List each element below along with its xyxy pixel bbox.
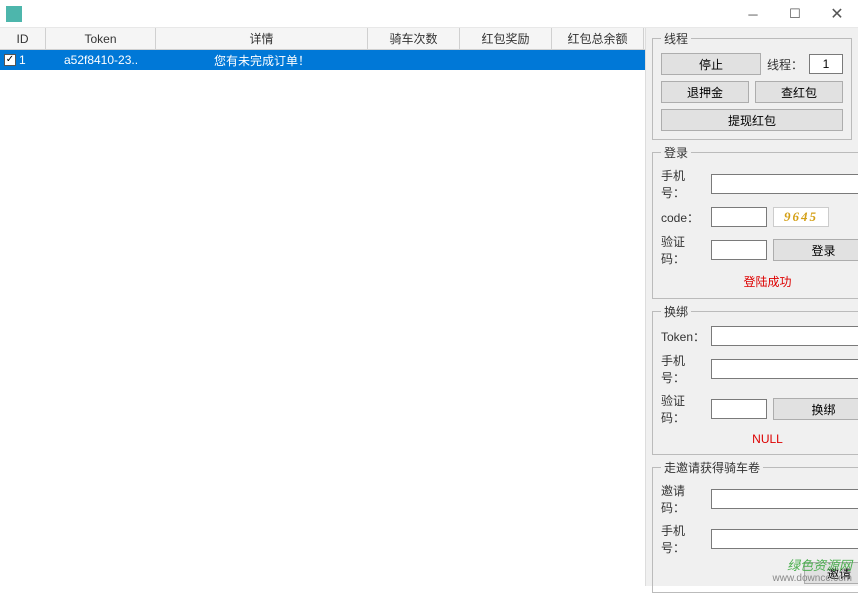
login-button[interactable]: 登录 — [773, 239, 858, 261]
rebind-verify-label: 验证码： — [661, 392, 705, 426]
rebind-phone-label: 手机号： — [661, 352, 705, 386]
rebind-token-input[interactable] — [711, 326, 858, 346]
login-legend: 登录 — [661, 144, 691, 161]
table-row[interactable]: ✓ 1 a52f8410-23.. 您有未完成订单！ — [0, 50, 645, 70]
rebind-token-label: Token： — [661, 328, 705, 345]
col-count[interactable]: 骑车次数 — [368, 28, 460, 49]
check-redpack-button[interactable]: 查红包 — [755, 81, 843, 103]
row-checkbox[interactable]: ✓ — [4, 54, 16, 66]
maximize-button[interactable]: ☐ — [774, 0, 816, 28]
thread-panel: 线程 停止 线程： 退押金 查红包 提现红包 — [652, 30, 852, 140]
rebind-status: NULL — [661, 432, 858, 446]
col-detail[interactable]: 详情 — [156, 28, 368, 49]
rebind-button[interactable]: 换绑 — [773, 398, 858, 420]
invite-button[interactable]: 邀请 — [804, 562, 858, 584]
stop-button[interactable]: 停止 — [661, 53, 761, 75]
thread-input[interactable] — [809, 54, 843, 74]
thread-label: 线程： — [767, 56, 803, 73]
titlebar: ─ ☐ ✕ — [0, 0, 858, 28]
rebind-phone-input[interactable] — [711, 359, 858, 379]
col-id[interactable]: ID — [0, 28, 46, 49]
invite-phone-label: 手机号： — [661, 522, 705, 556]
verify-label: 验证码： — [661, 233, 705, 267]
rebind-panel: 换绑 Token： 手机号： 验证码： 换绑 NULL — [652, 303, 858, 455]
phone-input[interactable] — [711, 174, 858, 194]
verify-input[interactable] — [711, 240, 767, 260]
invite-phone-input[interactable] — [711, 529, 858, 549]
invite-code-input[interactable] — [711, 489, 858, 509]
login-panel: 登录 手机号： code： 9645 验证码： 登录 登陆成功 — [652, 144, 858, 299]
code-label: code： — [661, 209, 705, 226]
cell-token: a52f8410-23.. — [46, 53, 156, 67]
data-grid: ID Token 详情 骑车次数 红包奖励 红包总余额 ✓ 1 a52f8410… — [0, 28, 646, 586]
phone-label: 手机号： — [661, 167, 705, 201]
thread-legend: 线程 — [661, 30, 691, 47]
login-status: 登陆成功 — [661, 273, 858, 290]
refund-button[interactable]: 退押金 — [661, 81, 749, 103]
invite-panel: 走邀请获得骑车卷 邀请码： 手机号： 邀请 — [652, 459, 858, 593]
code-input[interactable] — [711, 207, 767, 227]
col-balance[interactable]: 红包总余额 — [552, 28, 644, 49]
col-token[interactable]: Token — [46, 28, 156, 49]
rebind-verify-input[interactable] — [711, 399, 767, 419]
captcha-image[interactable]: 9645 — [773, 207, 829, 227]
app-icon — [6, 6, 22, 22]
rebind-legend: 换绑 — [661, 303, 691, 320]
col-reward[interactable]: 红包奖励 — [460, 28, 552, 49]
cell-detail: 您有未完成订单！ — [156, 52, 368, 69]
close-button[interactable]: ✕ — [816, 0, 858, 28]
invite-legend: 走邀请获得骑车卷 — [661, 459, 763, 476]
withdraw-button[interactable]: 提现红包 — [661, 109, 843, 131]
minimize-button[interactable]: ─ — [732, 0, 774, 28]
invite-code-label: 邀请码： — [661, 482, 705, 516]
cell-id: 1 — [19, 53, 26, 67]
